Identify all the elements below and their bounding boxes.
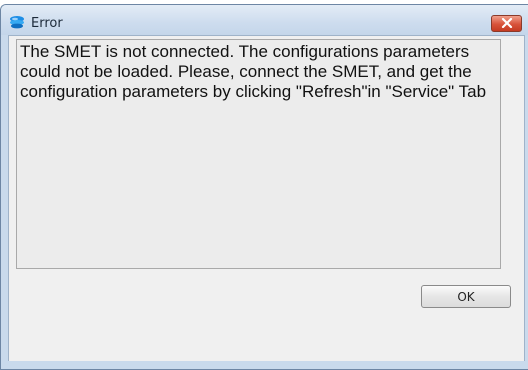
ok-button[interactable]: OK	[421, 285, 511, 308]
close-icon	[501, 15, 513, 33]
close-button[interactable]	[491, 15, 522, 32]
window-bottom-border	[1, 361, 528, 369]
window-title: Error	[31, 16, 63, 31]
error-dialog: Error The SMET is not connected. The con…	[0, 4, 528, 370]
title-bar[interactable]: Error	[1, 5, 528, 35]
app-icon	[9, 15, 25, 29]
error-message: The SMET is not connected. The configura…	[16, 39, 501, 269]
